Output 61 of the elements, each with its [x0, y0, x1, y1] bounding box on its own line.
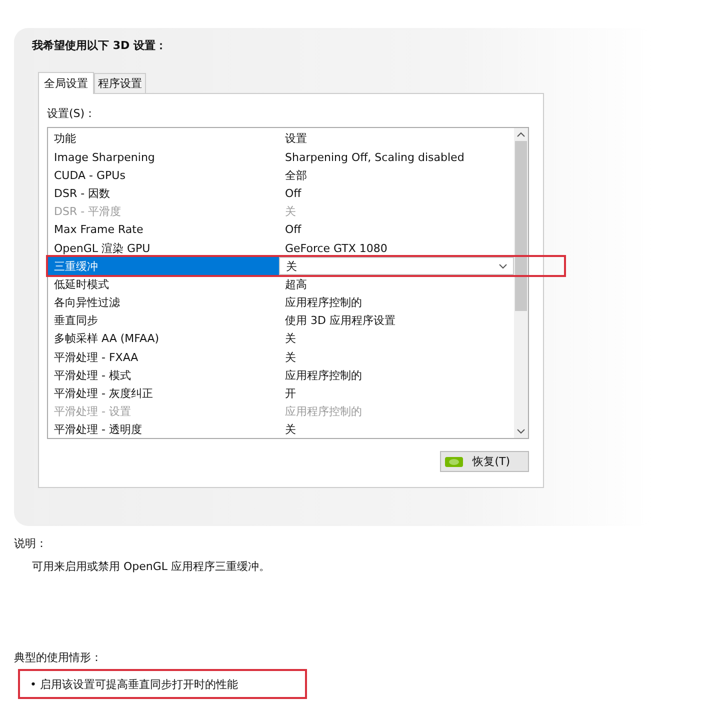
feature-cell-text: 平滑处理 - 透明度	[53, 422, 143, 438]
setting-row[interactable]: OpenGL 渲染 GPU GeForce GTX 1080	[48, 238, 514, 258]
value-cell-text: 关	[284, 204, 297, 220]
feature-cell-text: Image Sharpening	[53, 150, 156, 164]
column-header: 设置	[284, 130, 307, 146]
value-cell-text: 关	[284, 422, 297, 438]
setting-row[interactable]: 平滑处理 - 透明度 关	[48, 420, 514, 439]
description-title: 说明：	[14, 536, 48, 551]
value-cell-text: GeForce GTX 1080	[284, 242, 388, 255]
feature-cell-text: 多帧采样 AA (MFAA)	[53, 331, 160, 346]
value-cell-text: 应用程序控制的	[284, 368, 363, 383]
feature-cell-text: 垂直同步	[53, 313, 99, 328]
chevron-down-icon[interactable]	[517, 429, 525, 434]
tab[interactable]: 程序设置	[94, 73, 146, 93]
setting-row[interactable]: 平滑处理 - 灰度纠正 开	[48, 384, 514, 403]
usage-title: 典型的使用情形：	[14, 650, 103, 665]
restore-button[interactable]: 恢复(T)	[440, 451, 529, 472]
scrollbar[interactable]	[514, 128, 528, 438]
value-cell-text: Off	[284, 223, 302, 236]
setting-row[interactable]: 垂直同步 使用 3D 应用程序设置	[48, 312, 514, 330]
value-cell-text: 关	[284, 331, 297, 346]
setting-row[interactable]: 低延时模式 超高	[48, 275, 514, 294]
description-text: 可用来启用或禁用 OpenGL 应用程序三重缓冲。	[32, 559, 272, 574]
value-cell-text: 开	[284, 386, 297, 402]
chevron-down-icon	[499, 264, 507, 269]
feature-cell-text: 平滑处理 - 模式	[53, 368, 132, 383]
chevron-up-icon[interactable]	[517, 132, 525, 137]
value-cell-text: 应用程序控制的	[284, 295, 363, 310]
value-cell-text: Sharpening Off, Scaling disabled	[284, 150, 466, 164]
value-cell-text: 应用程序控制的	[284, 404, 363, 420]
setting-row[interactable]: Max Frame Rate Off	[48, 220, 514, 239]
feature-cell-text: 各向异性过滤	[53, 295, 121, 310]
feature-cell-text: 平滑处理 - 灰度纠正	[53, 386, 154, 402]
setting-row[interactable]: 多帧采样 AA (MFAA) 关	[48, 330, 514, 348]
column-header: 功能	[53, 130, 77, 146]
value-cell-text: 超高	[284, 276, 308, 292]
value-cell-text: Off	[284, 186, 302, 200]
feature-cell-text: DSR - 平滑度	[53, 204, 122, 220]
value-dropdown[interactable]: 关	[279, 257, 514, 276]
setting-row[interactable]: DSR - 因数 Off	[48, 184, 514, 203]
setting-row[interactable]: 平滑处理 - FXAA 关	[48, 348, 514, 366]
value-cell-text: 关	[284, 350, 297, 365]
setting-row[interactable]: 各向异性过滤 应用程序控制的	[48, 294, 514, 312]
setting-row[interactable]: Image Sharpening Sharpening Off, Scaling disabled	[48, 148, 514, 166]
feature-cell-text: OpenGL 渲染 GPU	[53, 240, 152, 256]
feature-cell-text: 平滑处理 - FXAA	[53, 350, 140, 365]
usage-item: • 启用该设置可提高垂直同步打开时的性能	[18, 669, 307, 699]
setting-row[interactable]: 平滑处理 - 模式 应用程序控制的	[48, 366, 514, 384]
setting-row[interactable]: CUDA - GPUs 全部	[48, 166, 514, 184]
feature-cell-text: DSR - 因数	[53, 186, 112, 201]
tab[interactable]: 全局设置	[38, 72, 94, 94]
panel-heading: 我希望使用以下 3D 设置：	[32, 38, 168, 53]
feature-cell-text: Max Frame Rate	[53, 223, 144, 236]
setting-row[interactable]: 三重缓冲 关	[48, 257, 564, 276]
feature-cell: 三重缓冲	[48, 257, 279, 276]
feature-cell-text: 平滑处理 - 设置	[53, 404, 132, 420]
settings-label: 设置(S)：	[47, 106, 97, 121]
feature-cell-text: 低延时模式	[53, 276, 110, 292]
value-cell-text: 使用 3D 应用程序设置	[284, 313, 396, 328]
feature-cell-text: CUDA - GPUs	[53, 168, 126, 182]
value-cell-text: 全部	[284, 168, 308, 183]
